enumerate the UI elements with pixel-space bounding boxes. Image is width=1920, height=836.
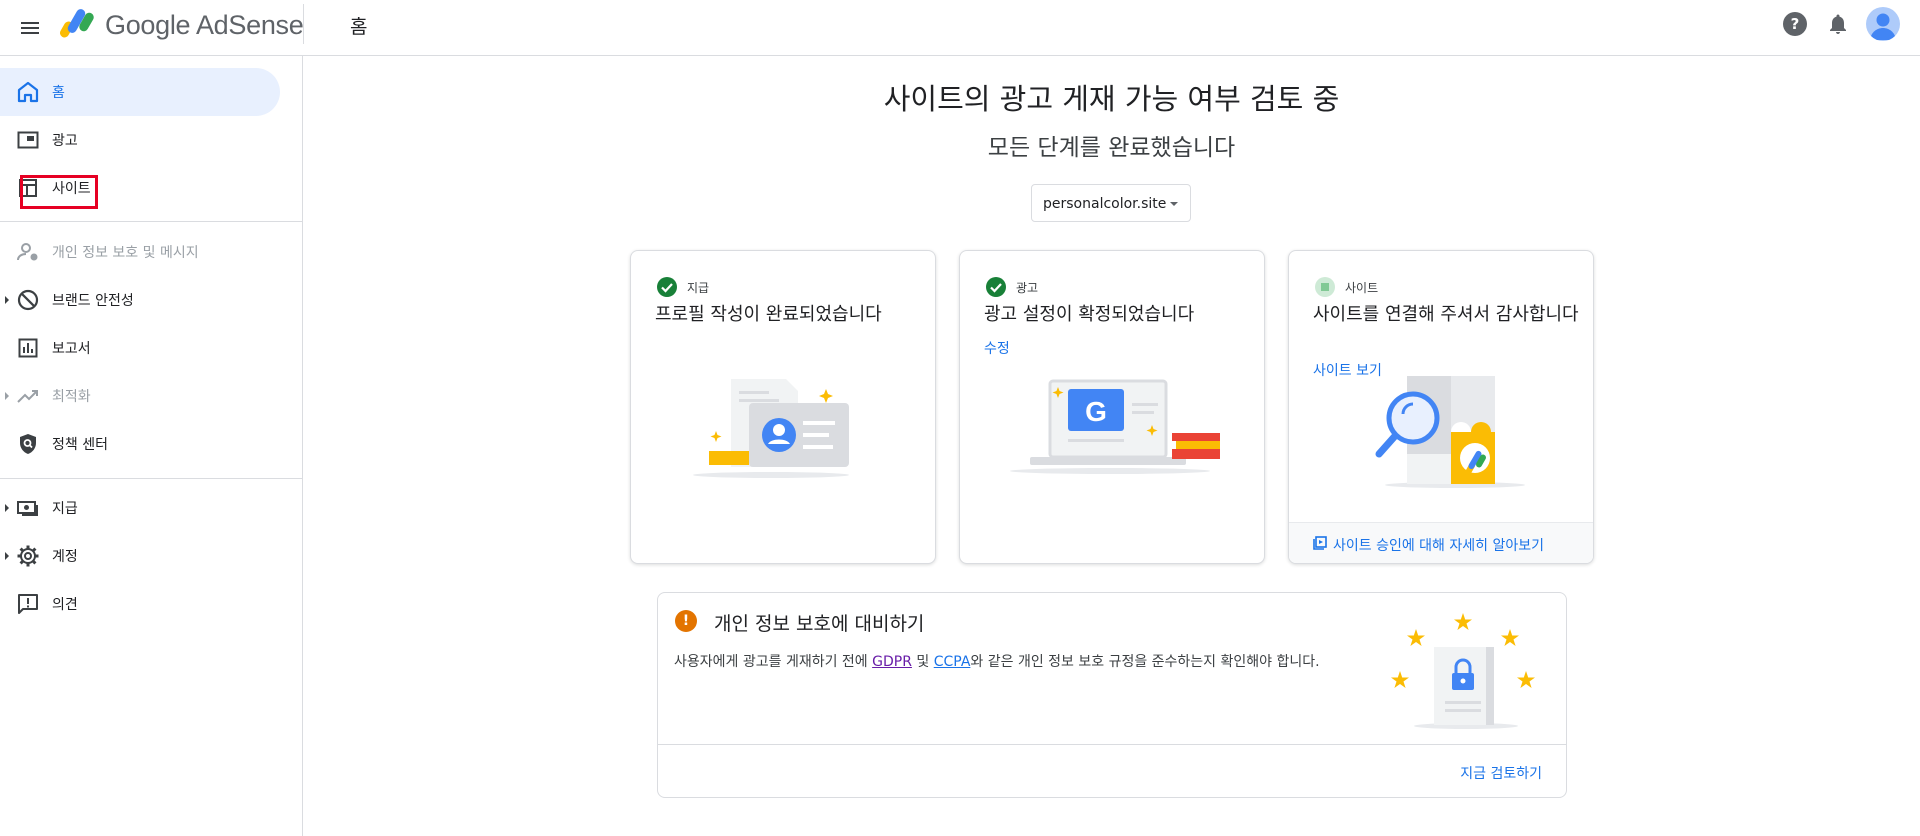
step-label: 지급 bbox=[687, 281, 710, 295]
sidebar-item-brand-safety[interactable]: 브랜드 안전성 bbox=[0, 276, 280, 324]
sidebar-item-feedback[interactable]: 의견 bbox=[0, 580, 280, 628]
review-now-button[interactable]: 지금 검토하기 bbox=[1460, 763, 1542, 783]
privacy-prep-card: ! 개인 정보 보호에 대비하기 사용자에게 광고를 게재하기 전에 GDPR … bbox=[657, 592, 1567, 798]
step-label: 사이트 bbox=[1345, 281, 1379, 295]
svg-text:G: G bbox=[1085, 396, 1107, 427]
sites-highlight-box bbox=[20, 175, 98, 209]
warning-icon: ! bbox=[675, 610, 697, 632]
notifications-bell-icon[interactable] bbox=[1826, 12, 1850, 36]
step-heading: 광고 설정이 확정되었습니다 bbox=[984, 304, 1195, 325]
brand-name: Google AdSense bbox=[105, 10, 304, 40]
open-resource-icon bbox=[1313, 536, 1327, 550]
top-app-bar: Google AdSense 홈 ? bbox=[0, 0, 1920, 56]
sidebar-item-label: 보고서 bbox=[52, 341, 91, 357]
sidebar-item-payments[interactable]: 지급 bbox=[0, 484, 280, 532]
site-selector-dropdown[interactable]: personalcolor.site bbox=[1031, 184, 1191, 222]
sidebar-item-label: 의견 bbox=[52, 597, 78, 613]
sidebar-item-account[interactable]: 계정 bbox=[0, 532, 280, 580]
payments-icon bbox=[17, 501, 38, 516]
gear-icon bbox=[17, 545, 39, 567]
sidebar-item-ads[interactable]: 광고 bbox=[0, 116, 280, 164]
page-title: 홈 bbox=[350, 16, 368, 38]
profile-illustration bbox=[693, 379, 849, 478]
site-selector-value: personalcolor.site bbox=[1043, 196, 1167, 212]
learn-site-approval-link[interactable]: 사이트 승인에 대해 자세히 알아보기 bbox=[1289, 522, 1593, 563]
policy-shield-icon bbox=[20, 434, 36, 454]
brand-divider bbox=[303, 4, 304, 44]
site-puzzle-illustration bbox=[1375, 376, 1525, 488]
learn-site-approval-label: 사이트 승인에 대해 자세히 알아보기 bbox=[1333, 538, 1544, 554]
sidebar-item-label: 계정 bbox=[52, 549, 78, 565]
review-subtitle: 모든 단계를 완료했습니다 bbox=[987, 135, 1236, 161]
privacy-text-part: 사용자에게 광고를 게재하기 전에 bbox=[674, 654, 873, 670]
ads-icon bbox=[17, 131, 39, 149]
step-card-payments: 지급 프로필 작성이 완료되었습니다 bbox=[630, 250, 936, 564]
main-menu-button[interactable] bbox=[18, 16, 42, 40]
help-icon[interactable]: ? bbox=[1783, 12, 1807, 36]
sidebar-item-label: 브랜드 안전성 bbox=[52, 293, 134, 309]
sidebar-item-policy-center[interactable]: 정책 센터 bbox=[0, 420, 280, 468]
edit-link[interactable]: 수정 bbox=[984, 338, 1010, 358]
privacy-divider bbox=[658, 744, 1566, 745]
sidebar-item-label: 광고 bbox=[52, 133, 78, 149]
check-circle-icon bbox=[986, 277, 1006, 297]
account-avatar[interactable] bbox=[1866, 7, 1900, 41]
privacy-messaging-icon bbox=[17, 243, 38, 261]
reports-icon bbox=[18, 338, 38, 358]
sidebar-item-reports[interactable]: 보고서 bbox=[0, 324, 280, 372]
sidebar-divider bbox=[0, 478, 303, 479]
expand-caret-icon bbox=[5, 296, 9, 304]
sidebar-item-privacy-messaging[interactable]: 개인 정보 보호 및 메시지 bbox=[0, 228, 280, 276]
step-card-ads: 광고 광고 설정이 확정되었습니다 수정 G bbox=[959, 250, 1265, 564]
expand-caret-icon bbox=[5, 504, 9, 512]
trending-up-icon bbox=[17, 390, 38, 403]
check-circle-icon bbox=[657, 277, 677, 297]
privacy-text-part: 와 같은 개인 정보 보호 규정을 준수하는지 확인해야 합니다. bbox=[970, 654, 1320, 670]
sidebar-item-label: 개인 정보 보호 및 메시지 bbox=[52, 245, 199, 261]
privacy-description: 사용자에게 광고를 게재하기 전에 GDPR 및 CCPA와 같은 개인 정보 … bbox=[674, 651, 1320, 671]
ccpa-link[interactable]: CCPA bbox=[934, 654, 971, 670]
step-heading: 사이트를 연결해 주셔서 감사합니다 bbox=[1313, 304, 1579, 325]
privacy-lock-illustration bbox=[1391, 613, 1535, 729]
step-heading: 프로필 작성이 완료되었습니다 bbox=[655, 304, 882, 325]
sidebar-item-optimization[interactable]: 최적화 bbox=[0, 372, 280, 420]
expand-caret-icon bbox=[5, 392, 9, 400]
sidebar-divider bbox=[0, 221, 303, 222]
feedback-icon bbox=[18, 594, 38, 614]
adsense-logo bbox=[60, 9, 94, 38]
sidebar-item-label: 홈 bbox=[52, 85, 65, 101]
expand-caret-icon bbox=[5, 552, 9, 560]
sidebar-item-label: 지급 bbox=[52, 501, 78, 517]
review-title: 사이트의 광고 게재 가능 여부 검토 중 bbox=[883, 82, 1340, 116]
ad-setup-illustration: G bbox=[1010, 379, 1220, 474]
sidebar-item-label: 최적화 bbox=[52, 389, 91, 405]
privacy-title: 개인 정보 보호에 대비하기 bbox=[714, 613, 925, 635]
dropdown-arrow-icon bbox=[1170, 202, 1178, 206]
sidebar-item-label: 정책 센터 bbox=[52, 437, 108, 453]
block-icon bbox=[17, 289, 39, 311]
step-label: 광고 bbox=[1016, 281, 1039, 295]
privacy-text-part: 및 bbox=[911, 654, 934, 670]
avatar-person-icon bbox=[1870, 13, 1896, 40]
step-card-sites: 사이트 사이트를 연결해 주셔서 감사합니다 사이트 보기 사이트 승인에 대해… bbox=[1288, 250, 1594, 564]
pending-status-icon bbox=[1315, 277, 1335, 297]
gdpr-link[interactable]: GDPR bbox=[872, 654, 912, 670]
home-icon bbox=[17, 81, 39, 103]
sidebar-nav: 홈 광고 사이트 개인 정보 보호 및 메시지 브랜드 안전성 보고서 최적화 … bbox=[0, 56, 303, 836]
sidebar-item-home[interactable]: 홈 bbox=[0, 68, 280, 116]
